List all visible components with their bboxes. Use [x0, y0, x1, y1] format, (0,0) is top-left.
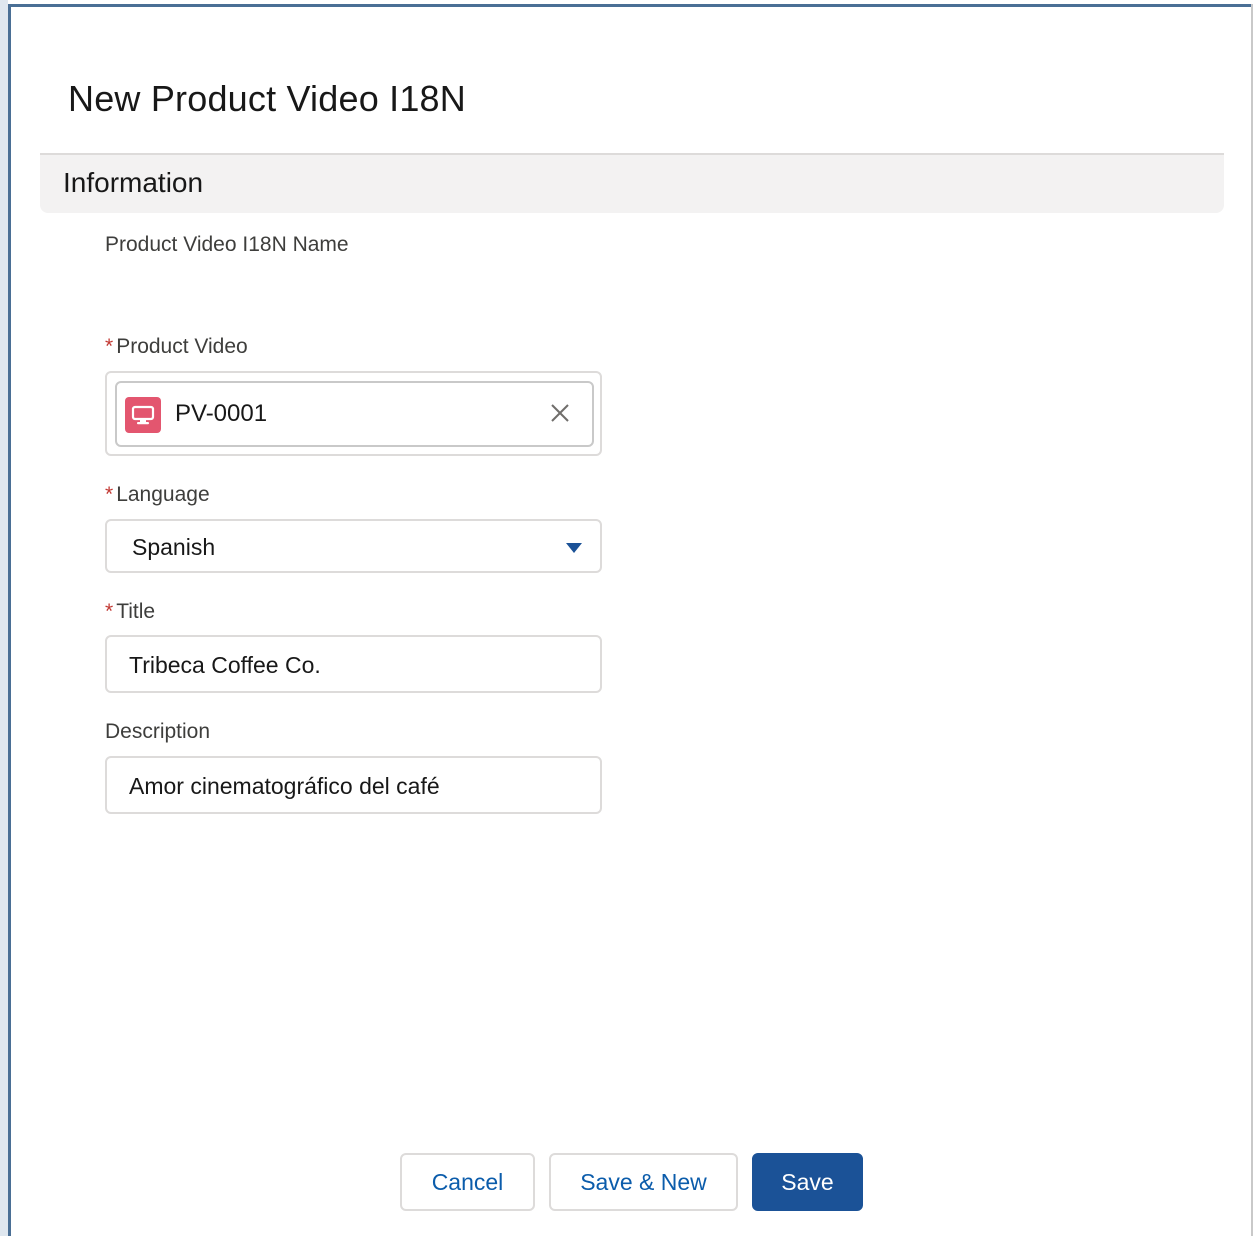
- cancel-button[interactable]: Cancel: [400, 1153, 535, 1211]
- required-marker: *: [105, 600, 114, 623]
- monitor-icon: [125, 397, 161, 433]
- name-field-label: Product Video I18N Name: [105, 233, 349, 257]
- description-input[interactable]: Amor cinematográfico del café: [105, 756, 602, 814]
- description-value: Amor cinematográfico del café: [129, 773, 440, 799]
- title-input[interactable]: Tribeca Coffee Co.: [105, 635, 602, 693]
- save-and-new-button[interactable]: Save & New: [549, 1153, 738, 1211]
- close-icon[interactable]: [548, 401, 572, 425]
- required-marker: *: [105, 335, 114, 358]
- language-select[interactable]: Spanish: [105, 519, 602, 573]
- product-video-value: PV-0001: [175, 400, 268, 427]
- section-header-information[interactable]: Information: [40, 155, 1224, 213]
- language-label-text: Language: [116, 483, 210, 506]
- required-marker: *: [105, 483, 114, 506]
- title-label-text: Title: [116, 600, 156, 623]
- backdrop-edge: [0, 0, 8, 1236]
- product-video-lookup[interactable]: PV-0001: [105, 371, 602, 456]
- modal-left-border: [8, 4, 11, 1236]
- chevron-down-icon: [566, 541, 582, 553]
- save-button[interactable]: Save: [752, 1153, 863, 1211]
- modal-window: New Product Video I18N Information Produ…: [0, 0, 1253, 1236]
- title-value: Tribeca Coffee Co.: [129, 652, 321, 678]
- name-label-text: Product Video I18N Name: [105, 233, 349, 256]
- language-label: * Language: [105, 483, 210, 507]
- section-title: Information: [63, 167, 204, 198]
- language-value: Spanish: [132, 534, 216, 560]
- description-label: Description: [105, 720, 210, 744]
- modal-top-border: [8, 4, 1253, 7]
- product-video-label: * Product Video: [105, 335, 248, 359]
- modal-title: New Product Video I18N: [68, 78, 466, 119]
- description-label-text: Description: [105, 720, 211, 743]
- product-video-label-text: Product Video: [116, 335, 248, 358]
- product-video-pill[interactable]: PV-0001: [115, 381, 594, 447]
- title-label: * Title: [105, 600, 155, 624]
